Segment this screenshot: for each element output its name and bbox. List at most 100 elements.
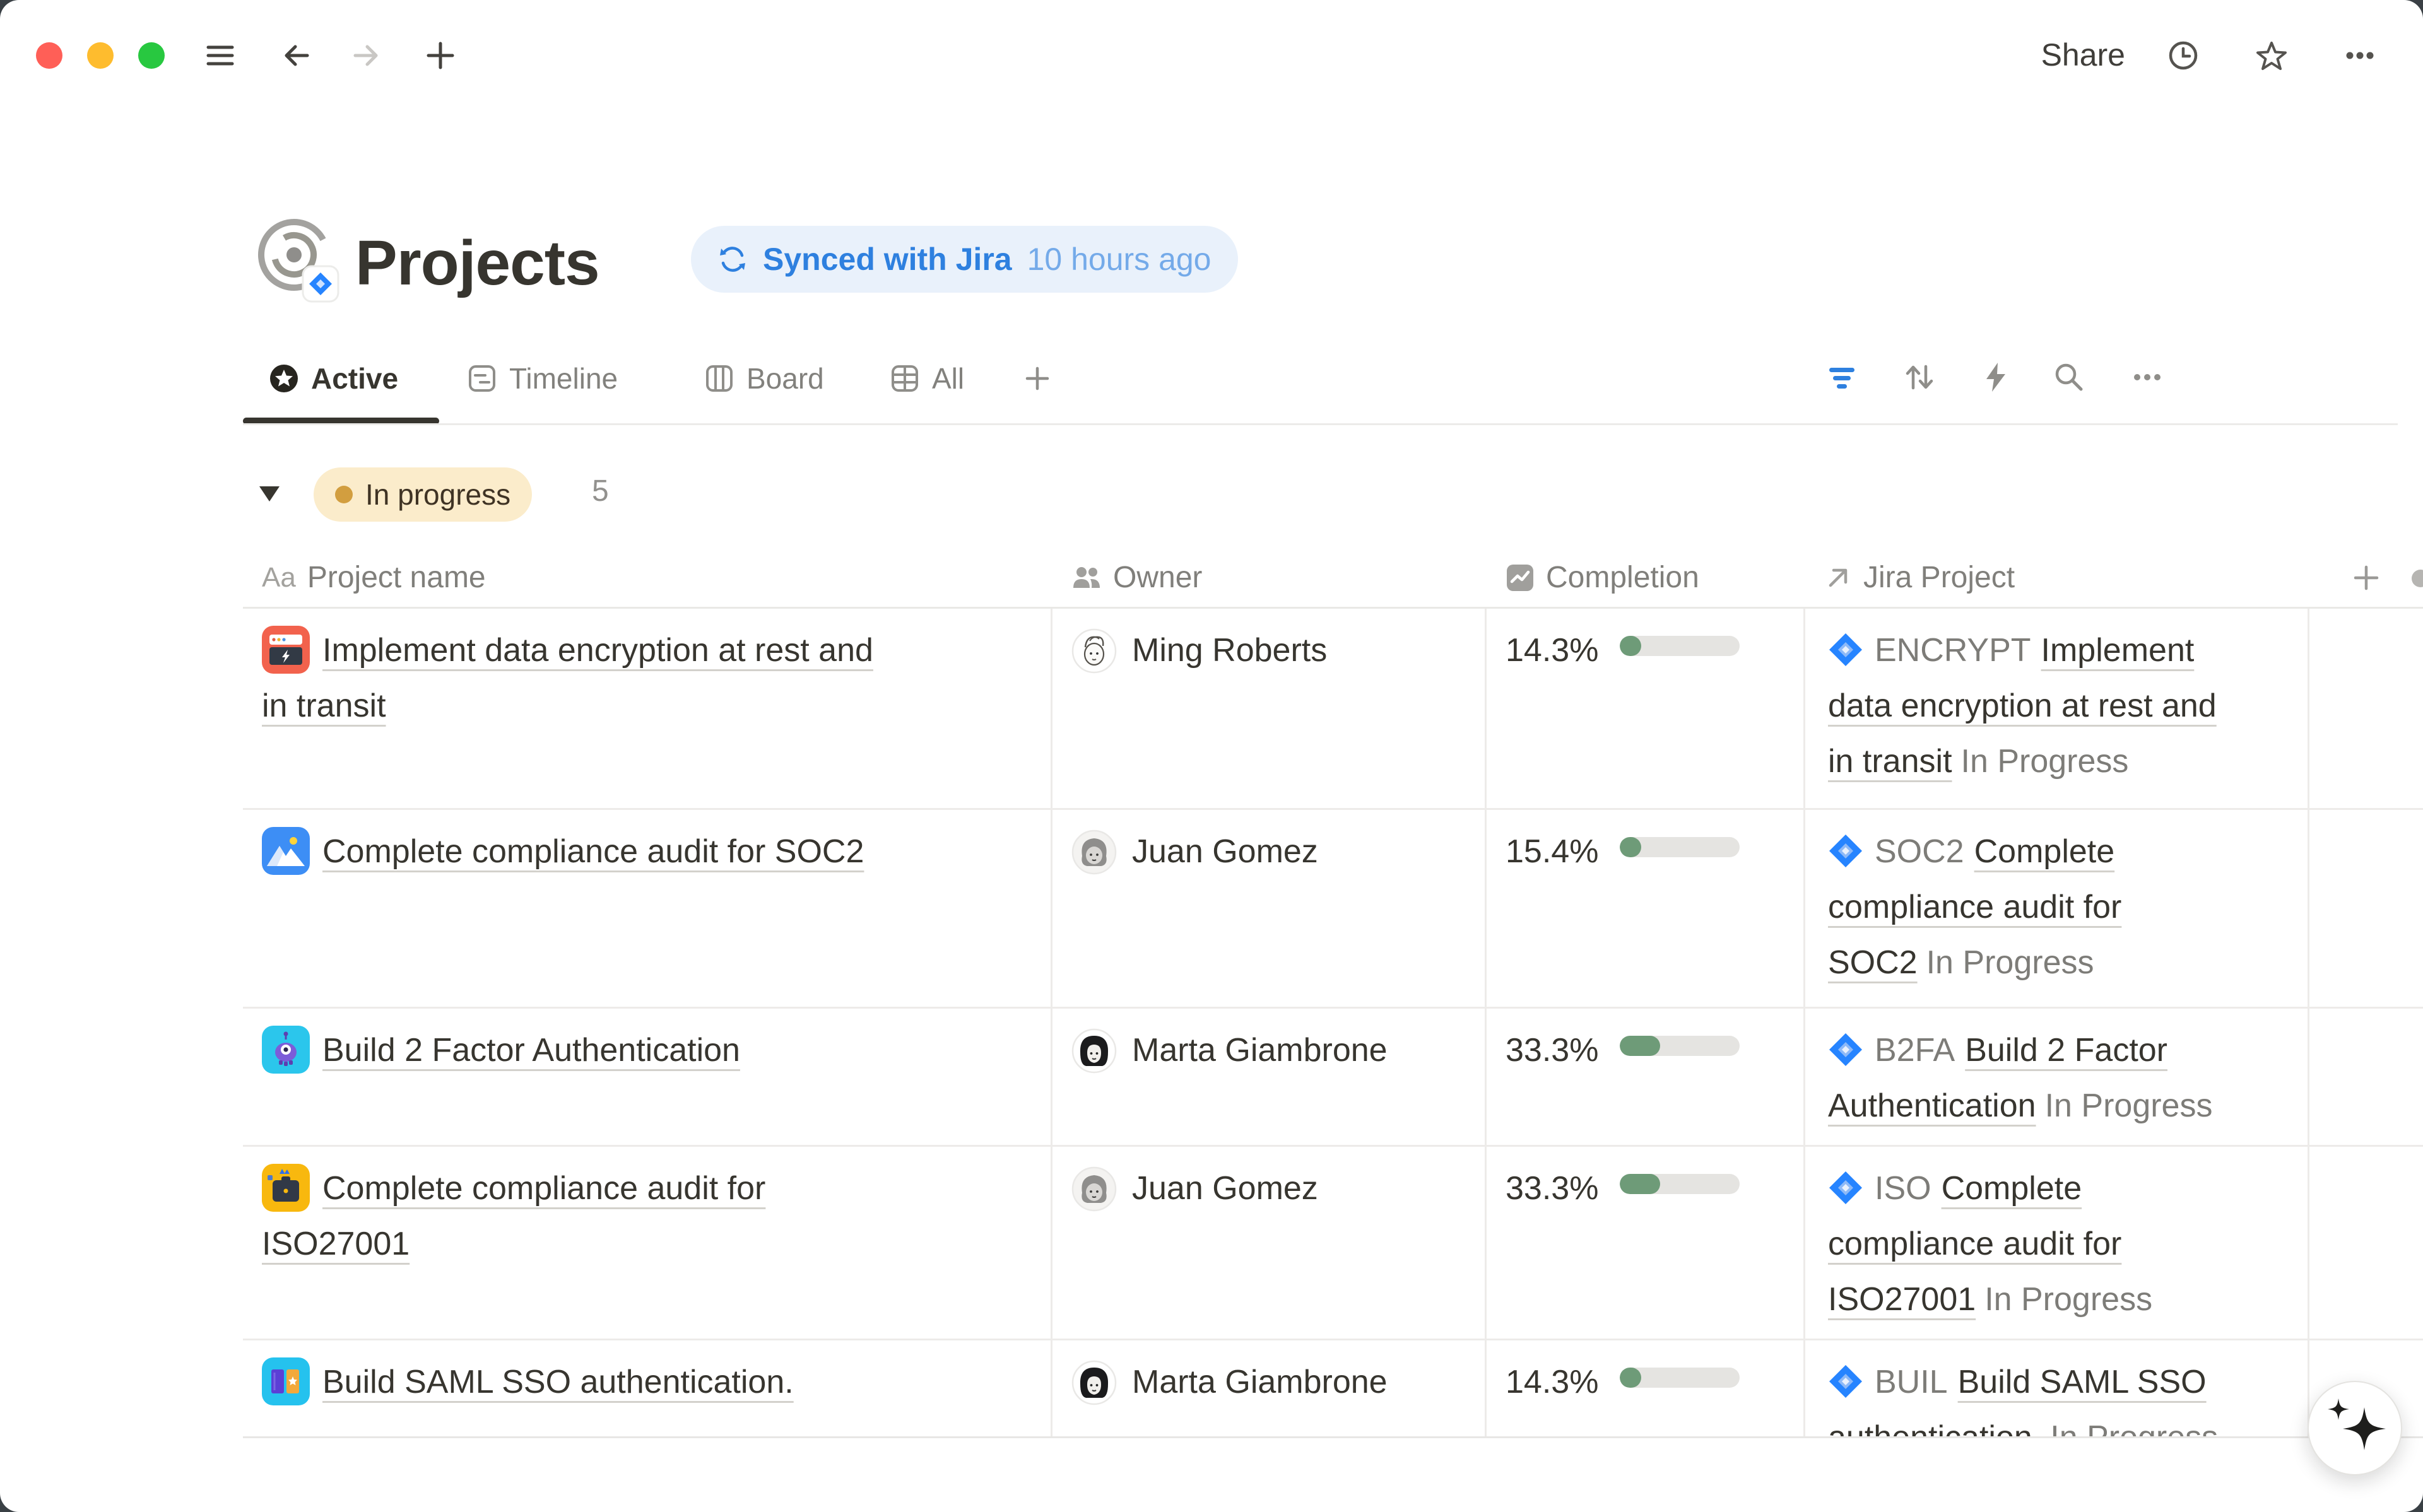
group-header: In progress 5 (0, 464, 2423, 533)
empty-cell (2309, 810, 2423, 1009)
target-icon[interactable] (255, 214, 339, 303)
automation-icon[interactable] (1979, 360, 2013, 394)
avatar (1071, 1166, 1117, 1212)
sort-icon[interactable] (1902, 360, 1937, 394)
owner-cell[interactable]: Marta Giambrone (1052, 1340, 1487, 1436)
tab-label: Active (311, 361, 398, 396)
completion-cell[interactable]: 15.4% (1487, 810, 1805, 1009)
tab-label: Board (746, 361, 824, 396)
jira-icon (1828, 632, 1863, 667)
owner-cell[interactable]: Juan Gomez (1052, 810, 1487, 1009)
people-icon (1071, 563, 1102, 593)
table-bottom-border (243, 1436, 2423, 1438)
owner-cell[interactable]: Juan Gomez (1052, 1147, 1487, 1340)
board-view-icon (704, 363, 735, 394)
table-view-icon (889, 363, 921, 394)
owner-cell[interactable]: Marta Giambrone (1052, 1009, 1487, 1147)
column-header-owner[interactable]: Owner (1052, 548, 1487, 609)
group-count: 5 (592, 474, 609, 508)
sync-time: 10 hours ago (1027, 241, 1212, 278)
table-header-row: Aa Project name Owner Completion Jira Pr… (243, 548, 2423, 609)
more-icon[interactable] (2343, 38, 2377, 73)
back-icon[interactable] (280, 38, 314, 73)
table-row: Implement data encryption at rest and in… (243, 609, 2423, 810)
status-dot (335, 486, 353, 503)
completion-cell[interactable]: 14.3% (1487, 1340, 1805, 1436)
project-name-cell[interactable]: Complete compliance audit for SOC2 (243, 810, 1052, 1009)
sync-icon (717, 244, 748, 274)
jira-project-cell[interactable]: ISOComplete compliance audit for ISO2700… (1805, 1147, 2309, 1340)
avatar (1071, 829, 1117, 875)
empty-cell (2309, 609, 2423, 810)
external-arrow-icon (1824, 564, 1852, 592)
column-header-project-name[interactable]: Aa Project name (243, 548, 1052, 609)
completion-cell[interactable]: 14.3% (1487, 609, 1805, 810)
empty-cell (2309, 1147, 2423, 1340)
owner-cell[interactable]: Ming Roberts (1052, 609, 1487, 810)
progress-bar (1620, 837, 1740, 857)
sync-label: Synced with Jira (763, 241, 1012, 278)
jira-project-cell[interactable]: BUILBuild SAML SSO authentication.In Pro… (1805, 1340, 2309, 1436)
filter-icon[interactable] (1825, 360, 1859, 394)
completion-cell[interactable]: 33.3% (1487, 1147, 1805, 1340)
more-icon[interactable] (2130, 360, 2164, 394)
completion-cell[interactable]: 33.3% (1487, 1009, 1805, 1147)
tab-all[interactable]: All (889, 353, 964, 404)
star-view-icon (268, 363, 300, 394)
timeline-view-icon (466, 363, 498, 394)
project-name-cell[interactable]: Build SAML SSO authentication. (243, 1340, 1052, 1436)
collapse-group-toggle[interactable] (257, 483, 281, 504)
star-icon[interactable] (2255, 38, 2289, 73)
progress-bar (1620, 636, 1740, 656)
group-status-pill[interactable]: In progress (314, 467, 532, 522)
tab-timeline[interactable]: Timeline (466, 353, 618, 404)
empty-cell (2309, 1009, 2423, 1147)
search-icon[interactable] (2052, 360, 2086, 394)
ai-assistant-button[interactable] (2308, 1381, 2402, 1475)
jira-icon (1828, 1170, 1863, 1205)
minimize-window-button[interactable] (87, 42, 114, 69)
add-view-button[interactable] (1022, 353, 1052, 404)
alien-monster-icon (262, 1026, 310, 1074)
project-name-cell[interactable]: Build 2 Factor Authentication (243, 1009, 1052, 1147)
tab-label: All (932, 361, 964, 396)
progress-bar (1620, 1368, 1740, 1388)
share-button[interactable]: Share (2041, 37, 2125, 73)
column-header-completion[interactable]: Completion (1487, 548, 1805, 609)
jira-project-cell[interactable]: SOC2Complete compliance audit for SOC2In… (1805, 810, 2309, 1009)
sparkles-icon (2309, 1382, 2401, 1474)
briefcase-icon (262, 1164, 310, 1212)
add-column-button[interactable] (2309, 548, 2423, 609)
project-name-cell[interactable]: Complete compliance audit for ISO27001 (243, 1147, 1052, 1340)
jira-project-cell[interactable]: B2FABuild 2 Factor AuthenticationIn Prog… (1805, 1009, 2309, 1147)
plus-icon[interactable] (423, 38, 457, 73)
jira-badge-icon (303, 266, 338, 302)
clock-icon[interactable] (2166, 38, 2200, 73)
text-type-icon: Aa (262, 562, 296, 594)
app-window: Share Projects Synced with Jira 10 hours… (0, 0, 2423, 1512)
column-header-jira-project[interactable]: Jira Project (1805, 548, 2309, 609)
zoom-window-button[interactable] (138, 42, 165, 69)
terminal-app-icon (262, 626, 310, 674)
jira-project-cell[interactable]: ENCRYPTImplement data encryption at rest… (1805, 609, 2309, 810)
avatar (1071, 1360, 1117, 1405)
forward-icon[interactable] (349, 38, 383, 73)
table-row: Complete compliance audit for SOC2 Juan … (243, 810, 2423, 1009)
menu-icon[interactable] (203, 38, 237, 73)
close-window-button[interactable] (36, 42, 62, 69)
sync-badge[interactable]: Synced with Jira 10 hours ago (691, 226, 1238, 293)
jira-icon (1828, 1364, 1863, 1399)
table-row: Build SAML SSO authentication. Marta Gia… (243, 1340, 2423, 1436)
books-icon (262, 1357, 310, 1405)
plus-icon (2351, 563, 2381, 593)
mountain-icon (262, 827, 310, 875)
tab-label: Timeline (509, 361, 618, 396)
tab-board[interactable]: Board (704, 353, 824, 404)
projects-table: Aa Project name Owner Completion Jira Pr… (243, 548, 2423, 1436)
page-title[interactable]: Projects (355, 222, 599, 304)
project-name-cell[interactable]: Implement data encryption at rest and in… (243, 609, 1052, 810)
tab-active[interactable]: Active (268, 353, 398, 404)
table-row: Build 2 Factor Authentication Marta Giam… (243, 1009, 2423, 1147)
plus-icon (1022, 363, 1052, 394)
progress-bar (1620, 1174, 1740, 1194)
